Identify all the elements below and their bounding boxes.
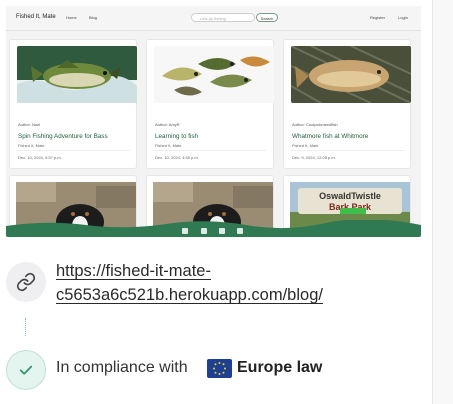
facebook-icon[interactable] (237, 228, 243, 234)
compliance-region: Europe law (237, 359, 323, 376)
site-navbar: Fished It, Mate Home Blog Lets go fishin… (6, 6, 421, 31)
post-date: Dec. 9, 2024, 12:05 p.m. (292, 155, 336, 160)
blog-url-line2[interactable]: c5653a6c521b.herokuapp.com/blog/ (56, 283, 376, 307)
bark-park-line1: OswaldTwistle (319, 191, 381, 201)
post-author: Author: Coolpickmeedfish (292, 122, 338, 127)
nav-link-login[interactable]: Login (398, 15, 408, 20)
post-author: Author: AmyR (155, 122, 180, 127)
github-icon[interactable] (182, 228, 188, 234)
post-title[interactable]: Spin Fishing Adventure for Bass (18, 133, 108, 140)
eu-flag-icon (207, 359, 232, 378)
post-site: Fished It, Mate (292, 143, 319, 148)
nav-link-home[interactable]: Home (66, 15, 77, 20)
post-title[interactable]: Whatmore fish at Whitmore (292, 133, 368, 140)
card-divider (290, 150, 404, 151)
blog-card[interactable]: Author: AmyR Learning to fish Fished It,… (146, 39, 274, 169)
post-image-lures (154, 46, 274, 103)
card-divider (16, 150, 130, 151)
blog-url-line1[interactable]: https://fished-it-mate- (56, 259, 376, 283)
compliance-text: In compliance with (56, 359, 188, 376)
post-date: Dec. 10, 2024, 5:57 p.m. (18, 155, 62, 160)
blog-card[interactable]: Author: Noel Spin Fishing Adventure for … (9, 39, 137, 169)
timeline-connector (25, 318, 28, 336)
card-divider (153, 150, 267, 151)
site-brand[interactable]: Fished It, Mate (16, 14, 56, 20)
post-image-carp (291, 46, 411, 103)
right-side-panel (432, 0, 453, 404)
linkedin-icon[interactable] (201, 228, 207, 234)
nav-link-blog[interactable]: Blog (89, 15, 97, 20)
post-image-bass (17, 46, 137, 103)
post-title[interactable]: Learning to fish (155, 133, 198, 140)
post-site: Fished It, Mate (155, 143, 182, 148)
blog-card[interactable]: Author: Coolpickmeedfish Whatmore fish a… (283, 39, 411, 169)
instagram-icon[interactable] (219, 228, 225, 234)
link-icon (6, 262, 46, 302)
check-icon (6, 350, 46, 390)
post-date: Dec. 10, 2024, 4:55 p.m. (155, 155, 199, 160)
blog-url-link[interactable]: https://fished-it-mate- c5653a6c521b.her… (56, 259, 376, 307)
site-footer (6, 220, 421, 237)
site-search-input[interactable]: Lets go fishing (191, 13, 255, 22)
site-search-button[interactable]: Search (256, 13, 278, 22)
post-author: Author: Noel (18, 122, 41, 127)
nav-link-register[interactable]: Register (370, 15, 385, 20)
post-site: Fished It, Mate (18, 143, 45, 148)
website-preview-screenshot[interactable]: Fished It, Mate Home Blog Lets go fishin… (6, 6, 421, 237)
